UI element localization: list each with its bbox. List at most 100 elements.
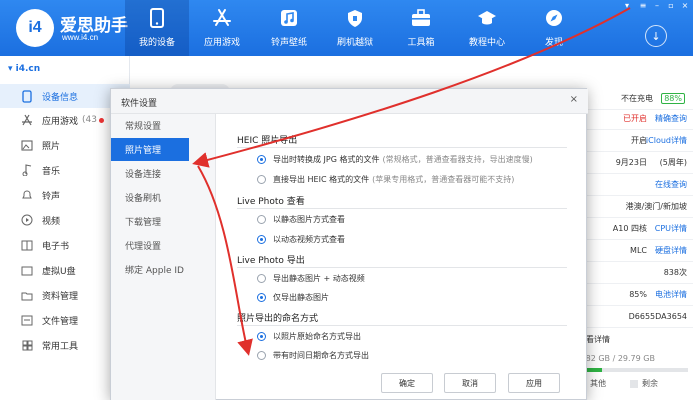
dialog-title: 软件设置: [121, 99, 158, 109]
option-label: 导出静态图片 + 动态视频: [273, 274, 365, 283]
dialog-nav-proxy[interactable]: 代理设置: [111, 234, 216, 257]
cancel-button[interactable]: 取消: [444, 373, 496, 393]
option-heic-jpg[interactable]: 导出时转换成 JPG 格式的文件 (常规格式，普通查看器支持，导出速度慢): [257, 154, 533, 165]
dialog-header: 软件设置 ×: [111, 89, 588, 114]
option-live-video[interactable]: 以动态视频方式查看: [257, 234, 345, 245]
dialog-nav-photo-manage[interactable]: 照片管理: [111, 138, 189, 161]
menu-icon[interactable]: ≡: [637, 1, 649, 11]
sidebar-item-label: 资料管理: [42, 291, 79, 302]
legend-swatch: [630, 379, 638, 388]
option-label: 以静态图片方式查看: [273, 215, 345, 224]
info-link[interactable]: 电池详情: [655, 289, 687, 300]
option-name-datetime[interactable]: 带有时间日期命名方式导出: [257, 350, 369, 361]
close-icon[interactable]: ×: [570, 94, 578, 105]
dialog-nav-flash[interactable]: 设备刷机: [111, 186, 216, 209]
radio[interactable]: [257, 175, 266, 184]
option-name-original[interactable]: 以照片原始命名方式导出: [257, 331, 361, 342]
info-link[interactable]: 硬盘详情: [655, 245, 687, 256]
nav-label: 我的设备: [138, 38, 175, 48]
minimize-icon[interactable]: –: [651, 1, 663, 11]
option-label: 导出时转换成 JPG 格式的文件: [273, 155, 380, 164]
option-export-both[interactable]: 导出静态图片 + 动态视频: [257, 273, 365, 284]
option-label: 以照片原始命名方式导出: [273, 332, 361, 341]
notification-dot: [98, 117, 104, 123]
dialog-nav-general[interactable]: 常规设置: [111, 114, 216, 137]
music-icon: [20, 163, 34, 177]
nav-label: 应用游戏: [203, 38, 240, 48]
folder-icon: [20, 288, 34, 302]
info-link[interactable]: CPU详情: [655, 223, 687, 234]
nav-label: 工具箱: [407, 38, 435, 48]
nav-label: 铃声壁纸: [270, 38, 307, 48]
sidebar-item-label: 电子书: [42, 241, 70, 252]
sidebar-item-label: 应用游戏: [42, 116, 79, 127]
info-link[interactable]: 在线查询: [655, 179, 687, 190]
option-export-static[interactable]: 仅导出静态图片: [257, 292, 329, 303]
apps-count: (43: [82, 115, 97, 125]
option-label: 仅导出静态图片: [273, 293, 329, 302]
nav-toolbox[interactable]: 工具箱: [389, 0, 453, 56]
radio[interactable]: [257, 351, 266, 360]
info-value-secondary: (5周年): [659, 158, 687, 167]
skin-icon[interactable]: ▾: [621, 1, 633, 11]
usb-icon: [20, 263, 34, 277]
legend-free: 剩余: [642, 379, 658, 388]
ok-button[interactable]: 确定: [381, 373, 433, 393]
option-label: 带有时间日期命名方式导出: [273, 351, 369, 360]
bell-icon: [20, 188, 34, 202]
grid-icon: [20, 338, 34, 352]
device-name[interactable]: ▾ i4.cn: [8, 64, 40, 74]
radio[interactable]: [257, 274, 266, 283]
dialog-nav: 常规设置 照片管理 设备连接 设备刷机 下载管理 代理设置 绑定 Apple I…: [111, 114, 216, 400]
nav-tutorials[interactable]: 教程中心: [455, 0, 519, 56]
dialog-nav-apple-id[interactable]: 绑定 Apple ID: [111, 258, 216, 281]
radio-selected[interactable]: [257, 293, 266, 302]
radio-selected[interactable]: [257, 332, 266, 341]
divider: [237, 147, 567, 148]
section-title-naming: 照片导出的命名方式: [237, 314, 319, 324]
section-title-live-export: Live Photo 导出: [237, 256, 305, 266]
info-value: 已开启: [623, 114, 647, 123]
option-heic-direct[interactable]: 直接导出 HEIC 格式的文件 (苹果专用格式，普通查看器可能不支持): [257, 174, 514, 185]
divider: [237, 267, 567, 268]
nav-my-device[interactable]: 我的设备: [125, 0, 189, 56]
storage-legend: 其他 剩余: [578, 378, 658, 389]
section-title-heic: HEIC 照片导出: [237, 136, 298, 146]
settings-dialog: 软件设置 × 常规设置 照片管理 设备连接 设备刷机 下载管理 代理设置 绑定 …: [110, 88, 588, 400]
app-store-icon: [212, 8, 232, 28]
video-icon: [20, 213, 34, 227]
dialog-nav-download[interactable]: 下载管理: [111, 210, 216, 233]
info-value: 开启: [631, 136, 647, 145]
charging-status: 不在充电: [621, 94, 653, 103]
sidebar-item-label: 照片: [42, 141, 61, 152]
radio-selected[interactable]: [257, 155, 266, 164]
maximize-icon[interactable]: ▫: [665, 1, 677, 11]
info-link[interactable]: iCloud详情: [646, 135, 687, 146]
sidebar-item-label: 视频: [42, 216, 61, 227]
device-label: i4.cn: [15, 64, 41, 74]
toolbox-icon: [411, 8, 431, 28]
option-note: (苹果专用格式，普通查看器可能不支持): [372, 175, 515, 184]
nav-apps-games[interactable]: 应用游戏: [190, 0, 254, 56]
nav-ringtones[interactable]: 铃声壁纸: [257, 0, 321, 56]
phone-icon: [147, 8, 167, 28]
option-label: 直接导出 HEIC 格式的文件: [273, 175, 370, 184]
nav-flash-jailbreak[interactable]: 刷机越狱: [323, 0, 387, 56]
option-note: (常规格式，普通查看器支持，导出速度慢): [382, 155, 533, 164]
info-value: 9月23日: [615, 158, 647, 167]
option-live-static[interactable]: 以静态图片方式查看: [257, 214, 345, 225]
apply-button[interactable]: 应用: [508, 373, 560, 393]
graduation-cap-icon: [477, 8, 497, 28]
close-icon[interactable]: ×: [679, 1, 691, 11]
storage-bar: [578, 368, 688, 372]
brand-url: www.i4.cn: [62, 33, 99, 42]
download-icon[interactable]: ↓: [645, 25, 667, 47]
dialog-nav-device-connect[interactable]: 设备连接: [111, 162, 216, 185]
nav-label: 发现: [544, 38, 563, 48]
radio-selected[interactable]: [257, 235, 266, 244]
nav-discover[interactable]: 发现: [522, 0, 586, 56]
logo: i4: [16, 9, 54, 47]
nav-label: 刷机越狱: [336, 38, 373, 48]
info-link[interactable]: 精确查询: [655, 113, 687, 124]
radio[interactable]: [257, 215, 266, 224]
